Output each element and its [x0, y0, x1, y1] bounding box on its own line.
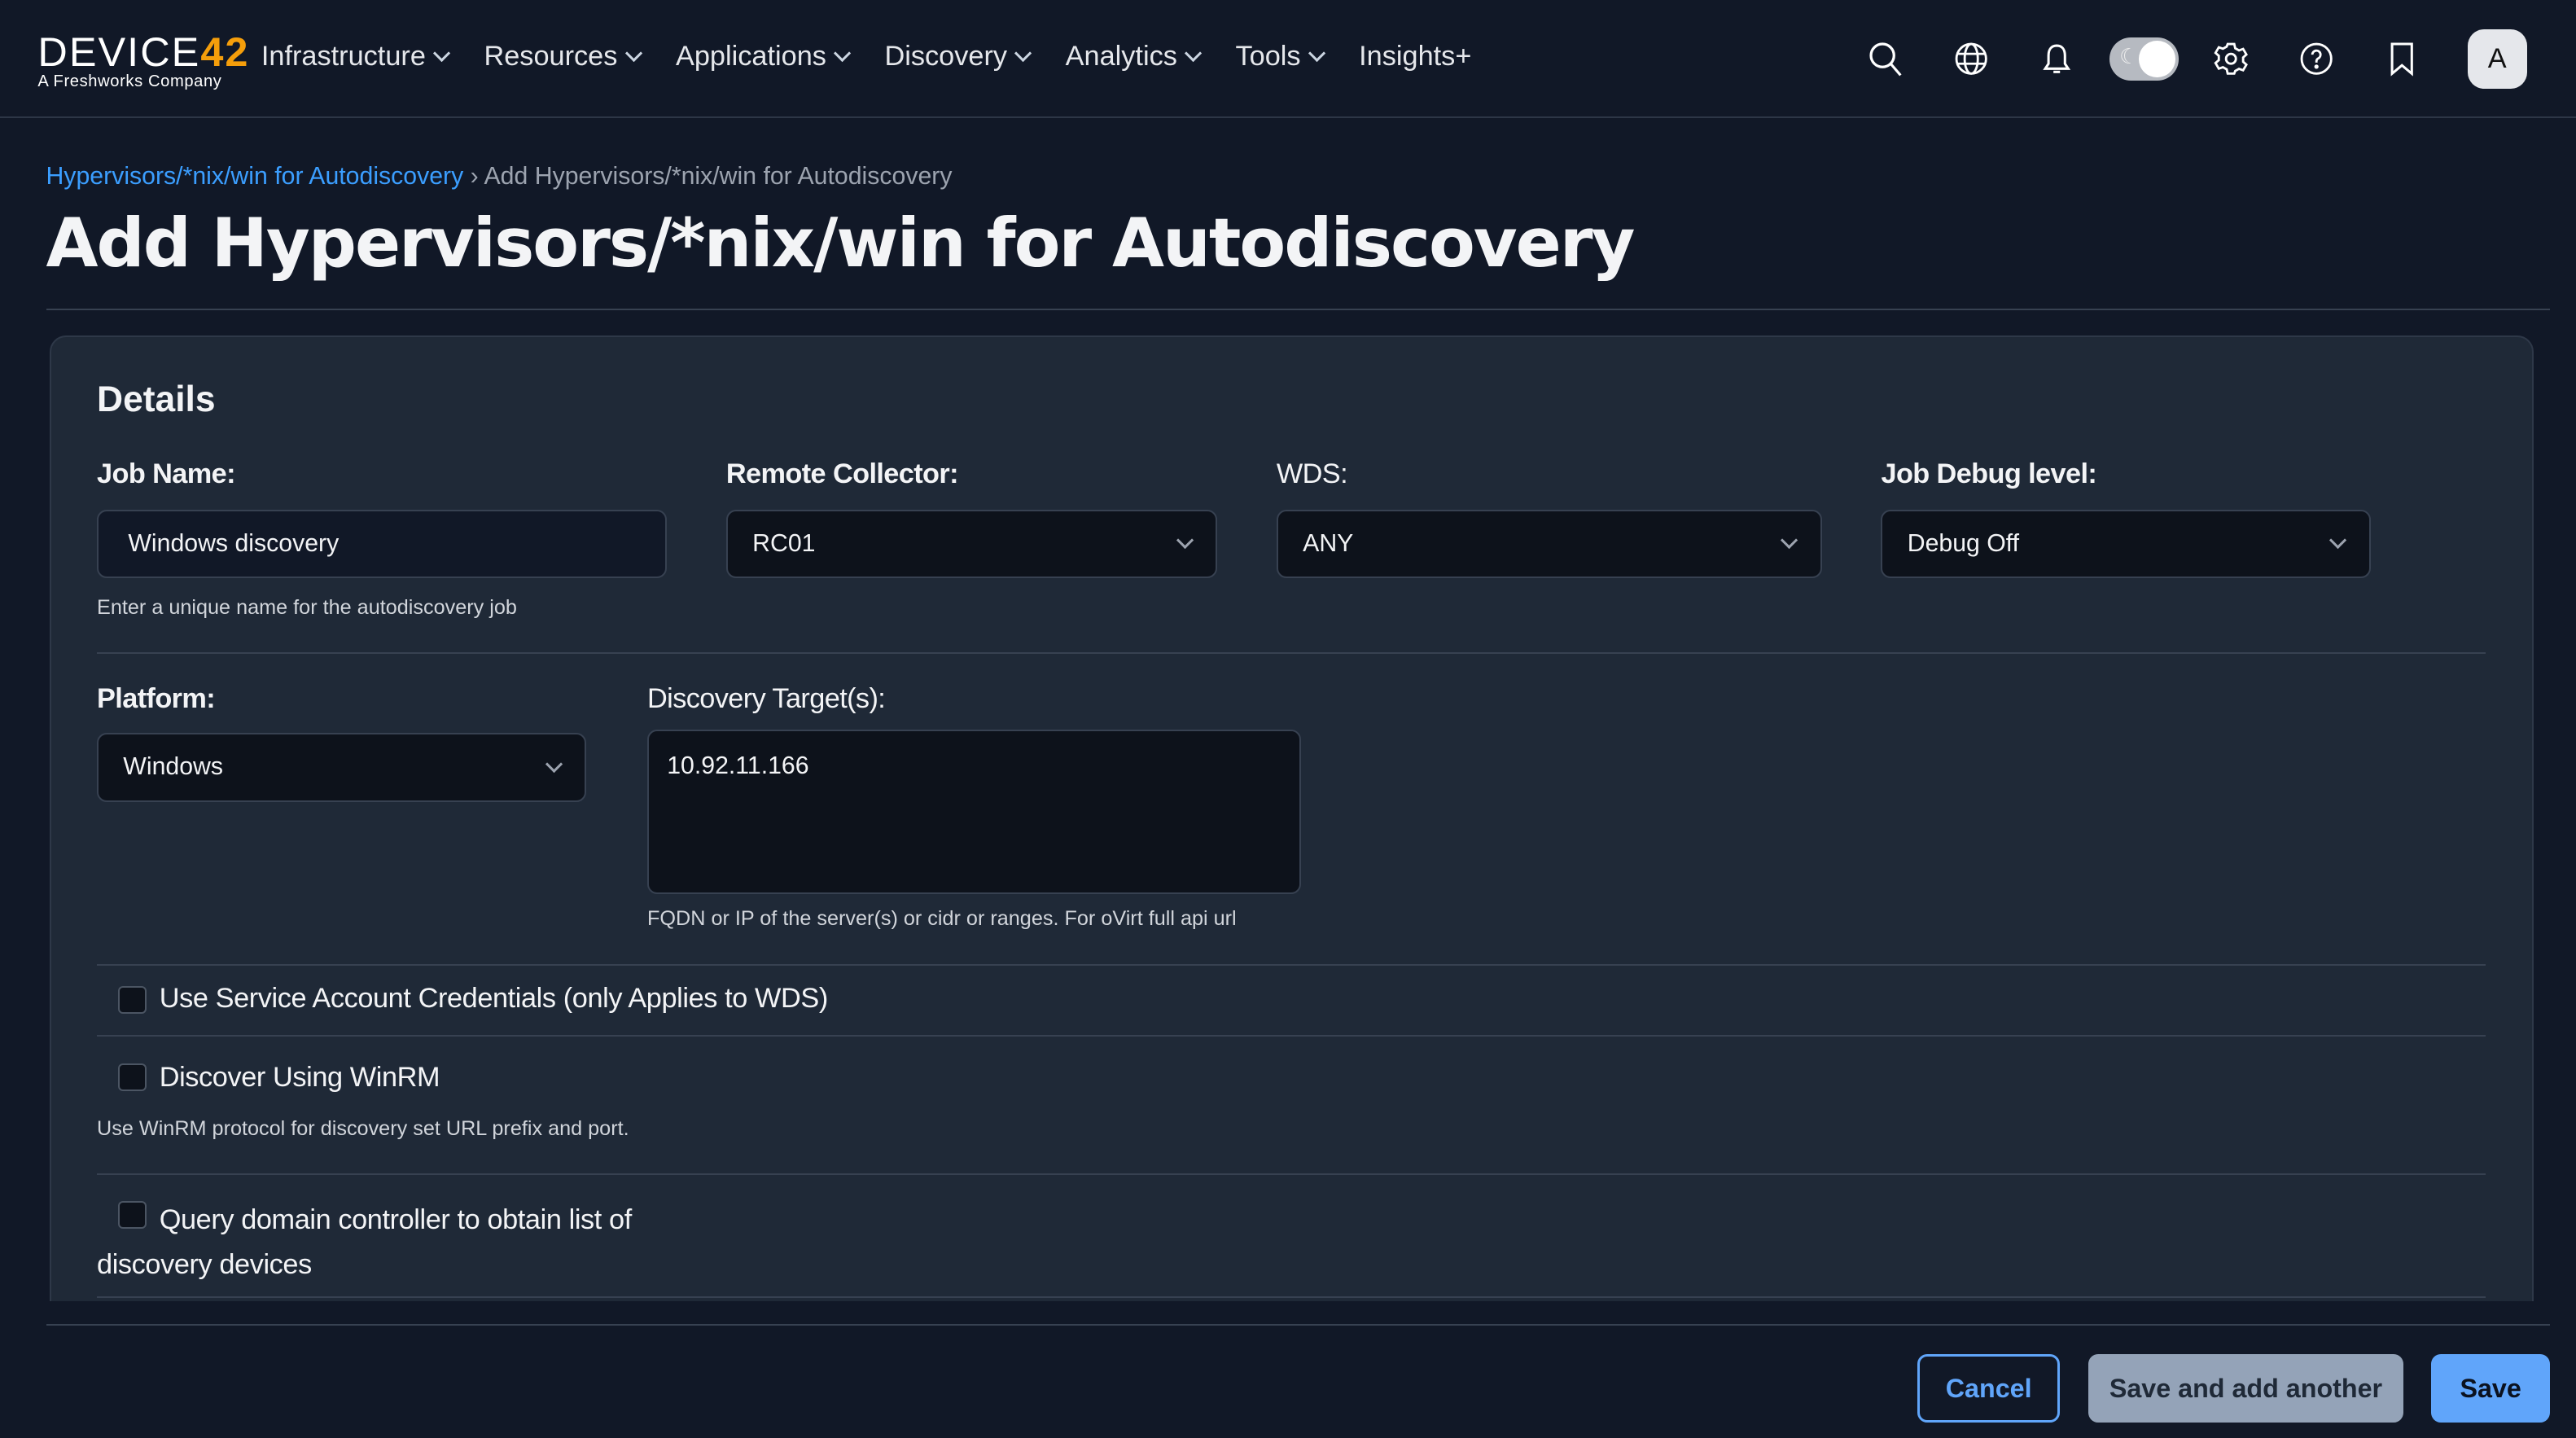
nav-label: Discovery: [885, 41, 1008, 72]
search-icon[interactable]: [1843, 26, 1929, 92]
debug-level-select[interactable]: Debug Off: [1881, 510, 2370, 579]
divider: [97, 964, 2486, 966]
gear-icon[interactable]: [2188, 26, 2274, 92]
job-name-help: Enter a unique name for the autodiscover…: [97, 596, 517, 620]
nav-insights[interactable]: Insights+: [1359, 41, 1471, 72]
avatar[interactable]: A: [2468, 29, 2527, 89]
winrm-label: Discover Using WinRM: [160, 1062, 440, 1094]
details-panel: Details Job Name: Windows discovery Ente…: [50, 335, 2534, 1357]
nav-resources[interactable]: Resources: [484, 41, 639, 72]
chevron-down-icon: [433, 45, 450, 62]
chevron-down-icon: [1781, 532, 1798, 549]
job-name-value: Windows discovery: [128, 530, 339, 558]
nav-analytics[interactable]: Analytics: [1066, 41, 1199, 72]
chevron-down-icon: [2329, 532, 2346, 549]
discovery-targets-help: FQDN or IP of the server(s) or cidr or r…: [647, 907, 1237, 931]
domain-controller-label: Query domain controller to obtain list o…: [97, 1198, 688, 1287]
nav-label: Resources: [484, 41, 617, 72]
bell-icon[interactable]: [2014, 26, 2100, 92]
toggle-knob: [2139, 41, 2175, 77]
nav-discovery[interactable]: Discovery: [885, 41, 1030, 72]
logo-text: DEVICE: [37, 28, 200, 75]
moon-icon: ☾: [2119, 44, 2139, 69]
remote-collector-label: Remote Collector:: [726, 458, 958, 490]
wds-label: WDS:: [1277, 458, 1347, 490]
chevron-down-icon: [1308, 45, 1325, 62]
breadcrumb-separator: ›: [471, 163, 479, 190]
textarea-value: 10.92.11.166: [667, 752, 808, 780]
cancel-button[interactable]: Cancel: [1917, 1354, 2061, 1423]
divider: [97, 652, 2486, 654]
select-value: Debug Off: [1908, 530, 2019, 558]
page-title: Add Hypervisors/*nix/win for Autodiscove…: [46, 204, 1634, 283]
job-name-label: Job Name:: [97, 458, 235, 490]
platform-select[interactable]: Windows: [97, 733, 586, 802]
discovery-targets-textarea[interactable]: 10.92.11.166: [647, 730, 1301, 894]
title-divider: [46, 309, 2550, 310]
footer-divider: [46, 1324, 2550, 1326]
section-title: Details: [97, 379, 216, 420]
remote-collector-select[interactable]: RC01: [726, 510, 1217, 579]
wds-select[interactable]: ANY: [1277, 510, 1822, 579]
header-actions: ☾ A: [1843, 26, 2526, 92]
save-button[interactable]: Save: [2431, 1354, 2549, 1423]
job-name-input[interactable]: Windows discovery: [97, 510, 667, 579]
chevron-down-icon: [624, 45, 642, 62]
service-account-label: Use Service Account Credentials (only Ap…: [160, 983, 828, 1015]
save-and-add-another-button[interactable]: Save and add another: [2088, 1354, 2403, 1423]
nav-tools[interactable]: Tools: [1235, 41, 1322, 72]
chevron-down-icon: [1014, 45, 1032, 62]
divider: [97, 1173, 2486, 1175]
nav-label: Applications: [676, 41, 826, 72]
chevron-down-icon: [545, 756, 563, 773]
nav-infrastructure[interactable]: Infrastructure: [261, 41, 448, 72]
device42-logo[interactable]: DEVICE42 A Freshworks Company: [37, 33, 249, 90]
divider: [97, 1035, 2486, 1037]
nav-label: Insights+: [1359, 41, 1471, 72]
globe-icon[interactable]: [1929, 26, 2014, 92]
nav-label: Tools: [1235, 41, 1300, 72]
logo-subtitle: A Freshworks Company: [37, 72, 249, 91]
service-account-checkbox[interactable]: [118, 986, 146, 1014]
breadcrumb-parent-link[interactable]: Hypervisors/*nix/win for Autodiscovery: [46, 163, 464, 190]
select-value: RC01: [752, 530, 815, 558]
chevron-down-icon: [1176, 532, 1194, 549]
platform-label: Platform:: [97, 683, 215, 715]
nav-label: Analytics: [1066, 41, 1177, 72]
nav-applications[interactable]: Applications: [676, 41, 848, 72]
logo-accent: 42: [200, 28, 249, 75]
select-value: Windows: [123, 753, 223, 781]
discovery-targets-label: Discovery Target(s):: [647, 683, 885, 715]
divider: [97, 1296, 2486, 1298]
breadcrumb-current: Add Hypervisors/*nix/win for Autodiscove…: [484, 163, 953, 190]
winrm-checkbox[interactable]: [118, 1063, 146, 1091]
theme-toggle[interactable]: ☾: [2109, 37, 2179, 80]
chevron-down-icon: [1185, 45, 1202, 62]
bookmark-icon[interactable]: [2359, 26, 2445, 92]
main-menu: Infrastructure Resources Applications Di…: [261, 41, 1508, 72]
breadcrumb: Hypervisors/*nix/win for Autodiscovery ›…: [46, 163, 953, 191]
debug-level-label: Job Debug level:: [1881, 458, 2096, 490]
help-icon[interactable]: [2274, 26, 2359, 92]
page: DEVICE42 A Freshworks Company Infrastruc…: [0, 0, 2576, 1438]
top-nav: DEVICE42 A Freshworks Company Infrastruc…: [0, 0, 2576, 118]
chevron-down-icon: [834, 45, 851, 62]
winrm-help: Use WinRM protocol for discovery set URL…: [97, 1117, 629, 1141]
select-value: ANY: [1303, 530, 1353, 558]
nav-label: Infrastructure: [261, 41, 426, 72]
